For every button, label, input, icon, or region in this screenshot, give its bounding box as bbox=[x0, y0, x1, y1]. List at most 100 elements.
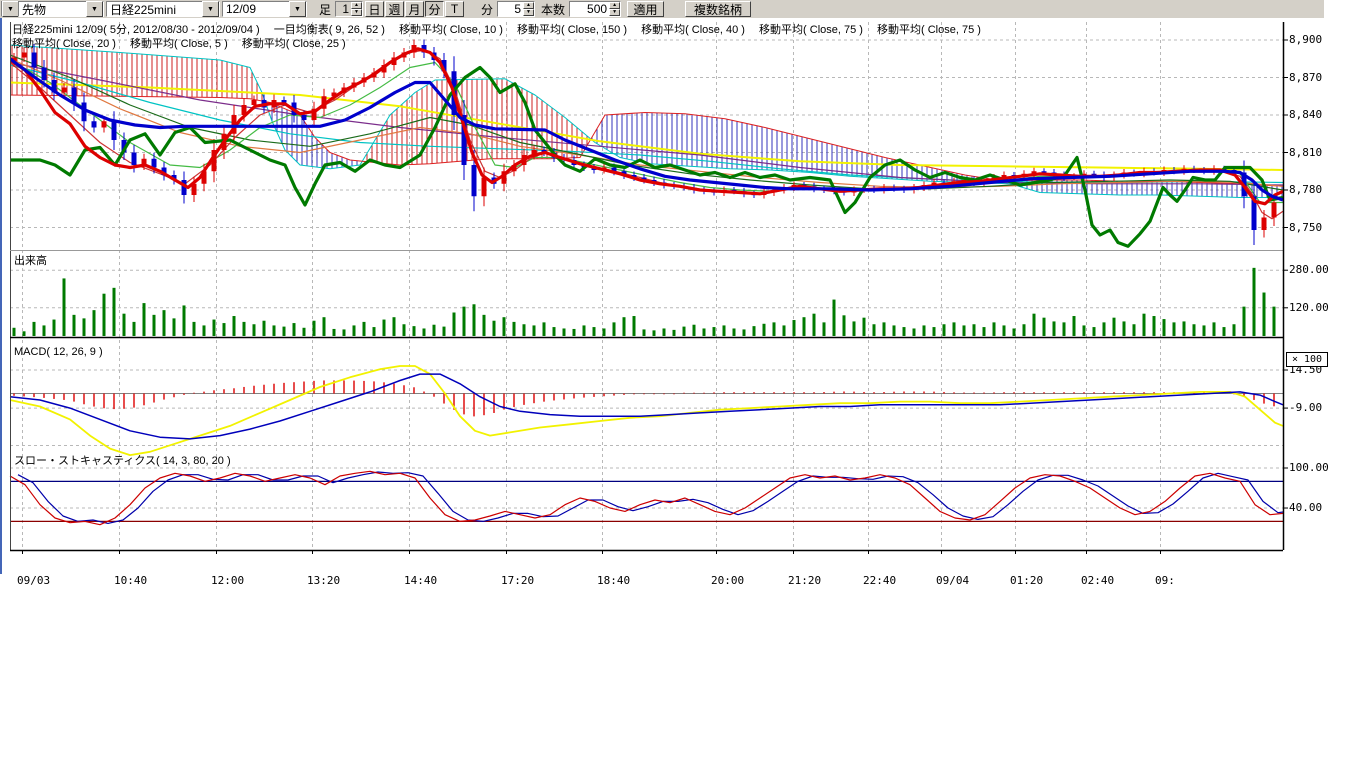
chevron-down-icon[interactable]: ▼ bbox=[202, 1, 219, 17]
spin-down-icon[interactable]: ▼ bbox=[609, 9, 620, 16]
volume-bar bbox=[723, 325, 726, 336]
volume-scale-badge: × 100 bbox=[1286, 352, 1328, 367]
chevron-down-icon[interactable]: ▼ bbox=[289, 1, 306, 17]
price-axis-label: 8,750 bbox=[1289, 221, 1322, 234]
multi-symbol-button[interactable]: 複数銘柄 bbox=[685, 1, 751, 17]
volume-bar bbox=[483, 315, 486, 336]
volume-bars bbox=[13, 268, 1276, 336]
x-axis-label: 10:40 bbox=[114, 574, 147, 587]
spin-up-icon[interactable]: ▲ bbox=[523, 2, 534, 9]
minutes-value: 5 bbox=[498, 2, 523, 16]
volume-bar bbox=[33, 322, 36, 336]
volume-bar bbox=[673, 330, 676, 336]
volume-bar bbox=[653, 330, 656, 336]
volume-bar bbox=[873, 324, 876, 336]
volume-bar bbox=[563, 328, 566, 336]
volume-bar bbox=[73, 315, 76, 336]
spinner-buttons[interactable]: ▲▼ bbox=[351, 2, 362, 16]
volume-bar bbox=[133, 322, 136, 336]
contract-month-combobox[interactable]: 12/09 ▼ bbox=[222, 1, 307, 17]
volume-bar bbox=[63, 278, 66, 336]
stoch-axis-label: 100.00 bbox=[1289, 461, 1329, 474]
volume-bar bbox=[353, 325, 356, 336]
volume-bar bbox=[1033, 314, 1036, 336]
volume-bar bbox=[763, 324, 766, 336]
price-axis-label: 8,840 bbox=[1289, 108, 1322, 121]
volume-bar bbox=[1043, 318, 1046, 336]
volume-bar bbox=[733, 328, 736, 336]
instrument-type-value: 先物 bbox=[19, 1, 86, 18]
stochastics-pane bbox=[10, 471, 1283, 524]
chart-canvas[interactable] bbox=[0, 18, 1366, 768]
volume-bar bbox=[233, 316, 236, 336]
spinner-buttons[interactable]: ▲▼ bbox=[523, 2, 534, 16]
volume-bar bbox=[283, 327, 286, 336]
period-tick-button[interactable]: T bbox=[445, 1, 464, 17]
minutes-stepper[interactable]: 5 ▲▼ bbox=[497, 1, 535, 17]
candle-body bbox=[92, 121, 97, 127]
volume-bar bbox=[643, 329, 646, 336]
volume-bar bbox=[503, 317, 506, 336]
bar-interval-stepper[interactable]: 1 ▲▼ bbox=[335, 1, 363, 17]
spinner-buttons[interactable]: ▲▼ bbox=[609, 2, 620, 16]
macd-pane-label: MACD( 12, 26, 9 ) bbox=[14, 346, 103, 358]
volume-bar bbox=[1113, 318, 1116, 336]
volume-bar bbox=[703, 328, 706, 336]
apply-button[interactable]: 適用 bbox=[627, 1, 664, 17]
volume-bar bbox=[953, 322, 956, 336]
bar-count-stepper[interactable]: 500 ▲▼ bbox=[569, 1, 621, 17]
trading-app-window: ▼ 先物 ▼ 日経225mini ▼ 12/09 ▼ 足 1 ▲▼ 日 週 月 … bbox=[0, 0, 1366, 768]
x-axis-label: 01:20 bbox=[1010, 574, 1043, 587]
volume-bar bbox=[293, 323, 296, 336]
candle-body bbox=[132, 153, 137, 166]
volume-bar bbox=[313, 321, 316, 336]
volume-bar bbox=[903, 327, 906, 336]
spin-down-icon[interactable]: ▼ bbox=[351, 9, 362, 16]
instrument-type-combobox[interactable]: 先物 ▼ bbox=[18, 1, 104, 17]
candle-body bbox=[482, 178, 487, 197]
x-axis-label: 22:40 bbox=[863, 574, 896, 587]
chevron-down-icon[interactable]: ▼ bbox=[86, 1, 103, 17]
volume-bar bbox=[1063, 322, 1066, 336]
chart-panel: 日経225mini 12/09( 5分, 2012/08/30 - 2012/0… bbox=[0, 18, 1366, 768]
volume-bar bbox=[173, 318, 176, 336]
volume-bar bbox=[193, 322, 196, 336]
spin-up-icon[interactable]: ▲ bbox=[609, 2, 620, 9]
volume-bar bbox=[343, 329, 346, 336]
volume-bar bbox=[83, 318, 86, 336]
volume-bar bbox=[843, 315, 846, 336]
symbol-combobox[interactable]: 日経225mini ▼ bbox=[106, 1, 220, 17]
candle-body bbox=[282, 100, 287, 103]
volume-bar bbox=[683, 327, 686, 336]
x-axis-label: 09/03 bbox=[17, 574, 50, 587]
chevron-down-icon[interactable]: ▼ bbox=[2, 1, 19, 17]
candle-body bbox=[472, 165, 477, 196]
volume-bar bbox=[203, 325, 206, 336]
volume-bar bbox=[1233, 324, 1236, 336]
period-minute-button[interactable]: 分 bbox=[425, 1, 444, 17]
period-week-button[interactable]: 週 bbox=[385, 1, 404, 17]
volume-bar bbox=[163, 310, 166, 336]
x-axis-label: 21:20 bbox=[788, 574, 821, 587]
chart-header-line2: 移動平均( Close, 20 ) 移動平均( Close, 5 ) 移動平均(… bbox=[12, 35, 346, 51]
volume-bar bbox=[253, 324, 256, 336]
volume-pane-label: 出来高 bbox=[14, 252, 47, 268]
period-day-button[interactable]: 日 bbox=[365, 1, 384, 17]
volume-bar bbox=[1013, 328, 1016, 336]
volume-bar bbox=[573, 329, 576, 336]
volume-bar bbox=[1213, 322, 1216, 336]
volume-bar bbox=[263, 321, 266, 336]
candle-body bbox=[22, 53, 27, 58]
volume-bar bbox=[993, 322, 996, 336]
spin-down-icon[interactable]: ▼ bbox=[523, 9, 534, 16]
volume-axis-label: 120.00 bbox=[1289, 301, 1329, 314]
candle-body bbox=[72, 88, 77, 103]
volume-bar bbox=[593, 327, 596, 336]
period-month-button[interactable]: 月 bbox=[405, 1, 424, 17]
volume-bar bbox=[663, 328, 666, 336]
candle-body bbox=[1262, 218, 1267, 231]
volume-bar bbox=[123, 314, 126, 336]
volume-bar bbox=[423, 328, 426, 336]
corner-combobox[interactable]: ▼ bbox=[1, 1, 14, 17]
spin-up-icon[interactable]: ▲ bbox=[351, 2, 362, 9]
